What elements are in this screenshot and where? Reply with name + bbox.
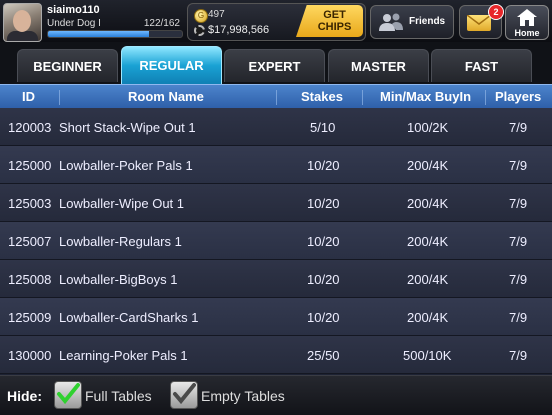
room-name: Short Stack-Wipe Out 1 (59, 120, 196, 135)
hide-label: Hide: (7, 388, 42, 404)
friends-icon (379, 13, 403, 31)
table-row[interactable]: 125008 Lowballer-BigBoys 1 10/20 200/4K … (0, 260, 552, 298)
xp-progress-bar (47, 30, 183, 38)
room-players: 7/9 (509, 158, 528, 173)
room-players: 7/9 (509, 272, 528, 287)
green-check-icon (57, 383, 80, 405)
full-tables-label[interactable]: Full Tables (85, 388, 152, 404)
room-name: Lowballer-BigBoys 1 (59, 272, 178, 287)
home-button[interactable]: Home (505, 5, 549, 40)
tab-fast[interactable]: FAST (431, 49, 532, 82)
envelope-icon (466, 14, 492, 31)
wallet-panel: G 497 $17,998,566 GET CHIPS (187, 3, 366, 41)
filter-footer: Hide: Full Tables Empty Tables (0, 375, 552, 415)
room-id: 120003 (8, 120, 52, 135)
room-stakes: 25/50 (307, 348, 340, 363)
room-name: Lowballer-Poker Pals 1 (59, 158, 193, 173)
column-header-room-name[interactable]: Room Name (128, 89, 204, 104)
header-divider (485, 90, 486, 105)
room-name: Lowballer-Regulars 1 (59, 234, 182, 249)
room-id: 125007 (8, 234, 52, 249)
room-buyin: 200/4K (407, 196, 449, 211)
room-buyin: 200/4K (407, 158, 449, 173)
room-stakes: 10/20 (307, 158, 340, 173)
xp-counter: 122/162 (143, 18, 180, 29)
gray-check-icon (173, 383, 196, 405)
tab-beginner[interactable]: BEGINNER (17, 49, 118, 82)
avatar-face (13, 10, 31, 32)
mail-button[interactable]: 2 (459, 4, 504, 39)
room-buyin: 500/10K (403, 348, 452, 363)
room-players: 7/9 (509, 234, 528, 249)
empty-tables-checkbox[interactable] (170, 381, 198, 409)
room-id: 130000 (8, 348, 52, 363)
table-row[interactable]: 125003 Lowballer-Wipe Out 1 10/20 200/4K… (0, 184, 552, 222)
table-row[interactable]: 125009 Lowballer-CardSharks 1 10/20 200/… (0, 298, 552, 336)
home-icon (517, 9, 537, 26)
friends-label: Friends (409, 16, 446, 27)
gold-coin-icon: G (194, 9, 208, 23)
chip-balance: $17,998,566 (208, 24, 270, 36)
table-row[interactable]: 125000 Lowballer-Poker Pals 1 10/20 200/… (0, 146, 552, 184)
room-players: 7/9 (509, 196, 528, 211)
room-buyin: 200/4K (407, 310, 449, 325)
table-row[interactable]: 125007 Lowballer-Regulars 1 10/20 200/4K… (0, 222, 552, 260)
room-stakes: 10/20 (307, 272, 340, 287)
room-players: 7/9 (509, 348, 528, 363)
room-name: Learning-Poker Pals 1 (59, 348, 188, 363)
column-header-id[interactable]: ID (22, 89, 35, 104)
room-id: 125000 (8, 158, 52, 173)
room-stakes: 10/20 (307, 196, 340, 211)
room-stakes: 5/10 (310, 120, 336, 135)
room-id: 125003 (8, 196, 52, 211)
avatar[interactable] (3, 3, 42, 42)
top-bar: siaimo110 Under Dog I 122/162 G 497 $17,… (0, 0, 552, 42)
tab-expert[interactable]: EXPERT (224, 49, 325, 82)
column-header-stakes[interactable]: Stakes (301, 89, 343, 104)
table-row[interactable]: 130000 Learning-Poker Pals 1 25/50 500/1… (0, 336, 552, 374)
table-header: ID Room Name Stakes Min/Max BuyIn Player… (0, 84, 552, 109)
room-buyin: 200/4K (407, 234, 449, 249)
header-divider (276, 90, 277, 105)
get-chips-label-2: CHIPS (317, 21, 352, 33)
poker-chip-icon (194, 25, 205, 36)
room-name: Lowballer-CardSharks 1 (59, 310, 199, 325)
room-id: 125008 (8, 272, 52, 287)
room-buyin: 200/4K (407, 272, 449, 287)
mail-badge: 2 (488, 4, 504, 20)
room-buyin: 100/2K (407, 120, 449, 135)
table-row[interactable]: 120003 Short Stack-Wipe Out 1 5/10 100/2… (0, 108, 552, 146)
friends-button[interactable]: Friends (370, 5, 454, 39)
empty-tables-label[interactable]: Empty Tables (201, 388, 285, 404)
username: siaimo110 (47, 4, 100, 16)
tab-master[interactable]: MASTER (328, 49, 429, 82)
user-rank: Under Dog I (47, 18, 101, 29)
avatar-shirt (7, 31, 38, 41)
column-header-players[interactable]: Players (495, 89, 541, 104)
room-table: 120003 Short Stack-Wipe Out 1 5/10 100/2… (0, 108, 552, 374)
room-name: Lowballer-Wipe Out 1 (59, 196, 184, 211)
room-players: 7/9 (509, 120, 528, 135)
tab-regular[interactable]: REGULAR (121, 46, 222, 84)
room-level-tabs: BEGINNER REGULAR EXPERT MASTER FAST (0, 42, 552, 84)
column-header-buyin[interactable]: Min/Max BuyIn (380, 89, 471, 104)
home-label: Home (514, 28, 540, 38)
xp-progress-fill (48, 31, 149, 37)
room-stakes: 10/20 (307, 234, 340, 249)
coin-balance: 497 (208, 9, 225, 20)
room-id: 125009 (8, 310, 52, 325)
header-divider (362, 90, 363, 105)
get-chips-button[interactable]: GET CHIPS (296, 5, 363, 37)
full-tables-checkbox[interactable] (54, 381, 82, 409)
room-stakes: 10/20 (307, 310, 340, 325)
get-chips-label-1: GET (323, 9, 346, 21)
header-divider (59, 90, 60, 105)
room-players: 7/9 (509, 310, 528, 325)
